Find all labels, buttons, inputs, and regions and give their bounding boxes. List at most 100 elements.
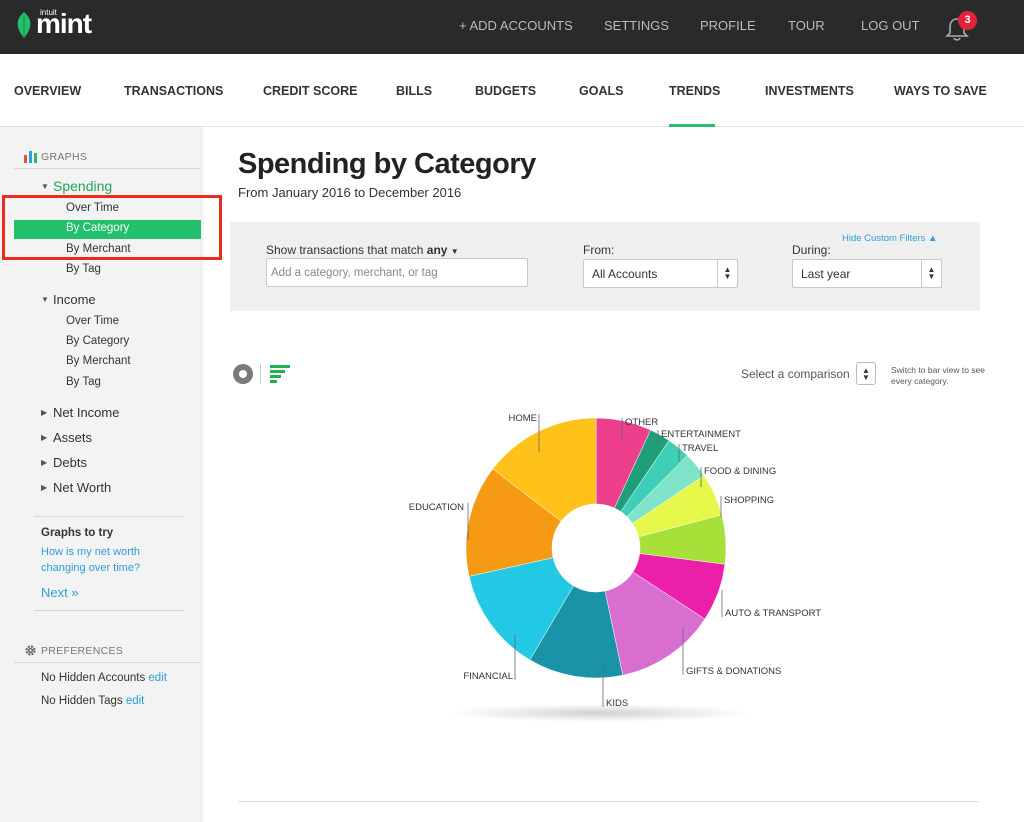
match-text: Show transactions that match — [266, 243, 424, 257]
during-label: During: — [792, 243, 831, 257]
sidebar-spending[interactable]: ▼ Spending — [41, 178, 112, 194]
divider — [14, 168, 200, 169]
slice-label: FOOD & DINING — [704, 466, 776, 477]
graphs-section-title: GRAPHS — [41, 151, 88, 163]
tab-bills[interactable]: BILLS — [396, 84, 432, 98]
caret-right-icon: ▶ — [41, 433, 48, 442]
bar-line — [270, 370, 285, 373]
accounts-select[interactable]: All Accounts ▲ ▼ — [583, 259, 738, 288]
caret-up-icon: ▲ — [928, 233, 938, 244]
notification-badge: 3 — [958, 11, 977, 30]
divider — [34, 516, 184, 517]
sidebar-debts[interactable]: ▶ Debts — [41, 455, 87, 470]
net-worth-label: Net Worth — [53, 480, 112, 495]
divider — [14, 662, 200, 663]
profile-link[interactable]: PROFILE — [700, 18, 756, 33]
spending-by-tag[interactable]: By Tag — [66, 263, 101, 275]
logout-link[interactable]: LOG OUT — [861, 18, 920, 33]
divider — [260, 364, 261, 384]
sidebar-net-worth[interactable]: ▶ Net Worth — [41, 480, 111, 495]
hidden-accounts-row: No Hidden Accounts edit — [41, 672, 167, 684]
preferences-title: PREFERENCES — [41, 645, 124, 657]
date-range-subtitle: From January 2016 to December 2016 — [238, 185, 462, 200]
top-bar: intuit mint + ADD ACCOUNTS SETTINGS PROF… — [0, 0, 1024, 54]
intuit-label: intuit — [40, 8, 57, 17]
spending-donut-chart: OTHERENTERTAINMENT TRAVEL FOOD & DINING SHO… — [409, 413, 822, 709]
tour-link[interactable]: TOUR — [788, 18, 825, 33]
bar-line — [270, 375, 281, 378]
select-arrows-icon: ▲ ▼ — [717, 260, 737, 287]
gear-icon — [25, 645, 36, 656]
caret-right-icon: ▶ — [41, 483, 48, 492]
comparison-label: Select a comparison — [741, 367, 850, 381]
tab-transactions[interactable]: TRANSACTIONS — [124, 84, 223, 98]
donut-view-icon[interactable] — [233, 364, 253, 384]
hidden-accounts-label: No Hidden Accounts — [41, 672, 146, 684]
select-arrows-icon: ▲ ▼ — [921, 260, 941, 287]
match-filter-label: Show transactions that match any ▼ — [266, 243, 459, 257]
edit-hidden-accounts-link[interactable]: edit — [148, 672, 167, 684]
settings-link[interactable]: SETTINGS — [604, 18, 669, 33]
hide-custom-filters-link[interactable]: Hide Custom Filters ▲ — [842, 233, 937, 244]
bar-line — [270, 380, 277, 383]
income-by-category[interactable]: By Category — [66, 335, 129, 347]
bar-line — [270, 365, 290, 368]
page-title: Spending by Category — [238, 148, 536, 180]
caret-down-icon: ▼ — [41, 182, 49, 191]
slice-label: TRAVEL — [682, 443, 718, 454]
slice-label: AUTO & TRANSPORT — [725, 608, 821, 619]
income-over-time[interactable]: Over Time — [66, 315, 119, 327]
suggestion-link-line1[interactable]: How is my net worth — [41, 546, 140, 558]
date-range-value: Last year — [801, 267, 851, 281]
caret-right-icon: ▶ — [41, 458, 48, 467]
suggestion-link-line2[interactable]: changing over time? — [41, 562, 140, 574]
tab-ways-to-save[interactable]: WAYS TO SAVE — [894, 84, 987, 98]
edit-hidden-tags-link[interactable]: edit — [126, 695, 145, 707]
caret-down-icon[interactable]: ▼ — [451, 247, 459, 256]
active-tab-indicator — [669, 124, 715, 127]
mint-leaf-icon — [17, 12, 31, 38]
hide-filters-label: Hide Custom Filters — [842, 233, 926, 244]
spending-label: Spending — [53, 178, 113, 194]
tab-budgets[interactable]: BUDGETS — [475, 84, 536, 98]
slice-label: ENTERTAINMENT — [661, 429, 741, 440]
bar-view-icon[interactable] — [270, 365, 290, 383]
accounts-select-value: All Accounts — [592, 267, 658, 281]
bar-view-hint: Switch to bar view to see every category… — [891, 365, 986, 386]
date-range-select[interactable]: Last year ▲ ▼ — [792, 259, 942, 288]
slice-label: OTHER — [625, 417, 658, 428]
slice-label: EDUCATION — [409, 502, 464, 513]
tab-investments[interactable]: INVESTMENTS — [765, 84, 854, 98]
search-input[interactable] — [266, 258, 528, 287]
slice-label: SHOPPING — [724, 495, 774, 506]
slice-label: HOME — [509, 413, 538, 424]
graphs-to-try-title: Graphs to try — [41, 527, 114, 539]
from-label: From: — [583, 243, 615, 257]
next-suggestion-link[interactable]: Next » — [41, 585, 79, 600]
donut-hole — [552, 504, 640, 592]
debts-label: Debts — [53, 455, 87, 470]
tab-credit-score[interactable]: CREDIT SCORE — [263, 84, 357, 98]
tab-trends[interactable]: TRENDS — [669, 84, 720, 98]
tab-overview[interactable]: OVERVIEW — [14, 84, 81, 98]
slice-label: GIFTS & DONATIONS — [686, 666, 781, 677]
highlight-box — [2, 195, 222, 260]
income-by-merchant[interactable]: By Merchant — [66, 355, 131, 367]
divider — [34, 610, 184, 611]
slice-label: FINANCIAL — [463, 671, 513, 682]
graphs-icon — [24, 151, 37, 163]
divider — [238, 801, 979, 802]
match-any-dropdown[interactable]: any — [427, 243, 448, 257]
comparison-select[interactable]: ▲ ▼ — [856, 362, 876, 385]
income-by-tag[interactable]: By Tag — [66, 376, 101, 388]
caret-down-icon: ▼ — [41, 295, 49, 304]
sidebar-assets[interactable]: ▶ Assets — [41, 430, 92, 445]
hidden-tags-row: No Hidden Tags edit — [41, 695, 144, 707]
add-accounts-link[interactable]: + ADD ACCOUNTS — [459, 18, 573, 33]
net-income-label: Net Income — [53, 405, 120, 420]
mint-logo[interactable]: intuit mint — [14, 8, 92, 39]
sidebar-income[interactable]: ▼ Income — [41, 292, 96, 307]
tab-goals[interactable]: GOALS — [579, 84, 623, 98]
sidebar-net-income[interactable]: ▶ Net Income — [41, 405, 119, 420]
assets-label: Assets — [53, 430, 93, 445]
